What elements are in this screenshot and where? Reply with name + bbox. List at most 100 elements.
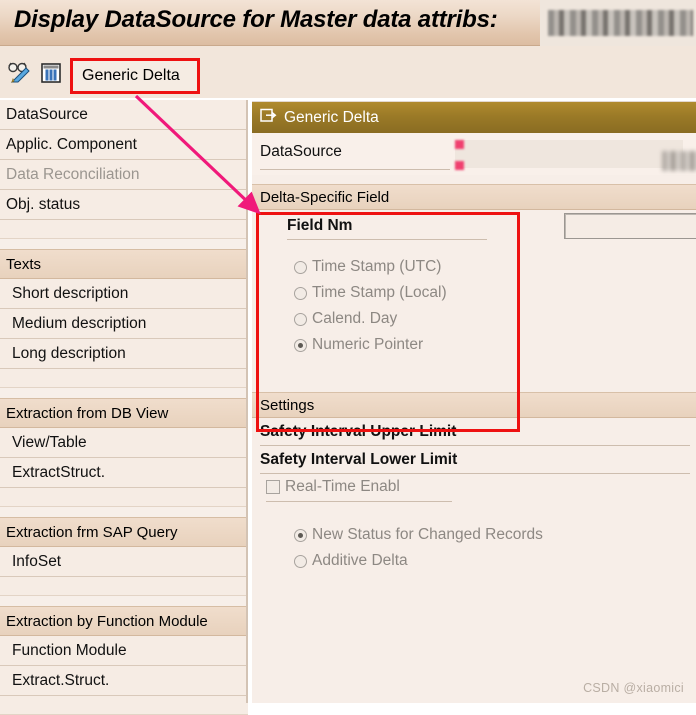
delta-specific-field-title-label: Delta-Specific Field <box>260 188 390 206</box>
sidebar-group: DataSource Applic. Component Data Reconcil… <box>0 100 248 239</box>
sidebar-row-label: Data Reconciliation <box>6 165 140 183</box>
sidebar-row-label: View/Table <box>12 433 87 451</box>
delta-specific-field-group: Delta-Specific Field Field Nm Time Stamp… <box>252 184 696 374</box>
sidebar-row-label: Medium description <box>12 314 147 332</box>
sidebar-group: Extraction by Function Module Function Mo… <box>0 606 248 715</box>
option-new-status-label: New Status for Changed Records <box>312 526 543 543</box>
safety-upper-underline <box>260 445 690 446</box>
sidebar-item-medium-description[interactable]: Medium description <box>0 309 248 339</box>
option-numeric-pointer[interactable]: Numeric Pointer <box>294 336 423 354</box>
sidebar-right-edge <box>246 100 248 703</box>
sidebar-section-extraction-by-function-module[interactable]: Extraction by Function Module <box>0 606 248 636</box>
radio-time-stamp-utc[interactable] <box>294 260 307 274</box>
tab-generic-delta[interactable]: Generic Delta <box>70 58 200 94</box>
option-time-stamp-local-label: Time Stamp (Local) <box>312 284 447 301</box>
checkbox-real-time-enabl[interactable]: Real-Time Enabl <box>266 478 400 496</box>
option-time-stamp-local[interactable]: Time Stamp (Local) <box>294 284 447 302</box>
settings-title-label: Settings <box>260 396 315 414</box>
sidebar-group-gap <box>0 596 248 606</box>
safety-lower-row: Safety Interval Lower Limit <box>252 448 696 476</box>
table-grid-icon[interactable] <box>38 60 64 86</box>
datasource-row: DataSource <box>252 133 696 175</box>
sidebar-row-label: ExtractStruct. <box>12 463 106 481</box>
field-nm-row: Field Nm <box>252 210 696 244</box>
sidebar-group-spacer <box>0 488 248 507</box>
option-new-status-changed-records[interactable]: New Status for Changed Records <box>294 526 543 544</box>
sidebar-item-applic-component[interactable]: Applic. Component <box>0 130 248 160</box>
sidebar-group-spacer <box>0 369 248 388</box>
option-numeric-pointer-label: Numeric Pointer <box>312 336 424 353</box>
safety-upper-row: Safety Interval Upper Limit <box>252 418 696 448</box>
sidebar-item-data-reconciliation: Data Reconciliation <box>0 160 248 190</box>
delta-mode-options: New Status for Changed Records Additive … <box>252 506 696 586</box>
safety-lower-label: Safety Interval Lower Limit <box>260 451 458 468</box>
sidebar-row-label: Applic. Component <box>6 135 137 153</box>
field-nm-label: Field Nm <box>287 217 353 234</box>
real-time-enabl-label: Real-Time Enabl <box>285 478 400 495</box>
delta-field-options: Time Stamp (UTC) Time Stamp (Local) Cale… <box>252 244 696 374</box>
datasource-underline <box>260 169 450 170</box>
sidebar-row-label: Texts <box>6 255 42 273</box>
display-change-icon[interactable] <box>6 60 32 86</box>
radio-additive-delta[interactable] <box>294 554 307 568</box>
sidebar-item-short-description[interactable]: Short description <box>0 279 248 309</box>
option-time-stamp-utc-label: Time Stamp (UTC) <box>312 258 442 275</box>
sidebar-group-spacer <box>0 696 248 715</box>
sidebar-item-view-table[interactable]: View/Table <box>0 428 248 458</box>
sidebar-item-infoset[interactable]: InfoSet <box>0 547 248 577</box>
page-title: Display DataSource for Master data attri… <box>14 6 498 33</box>
sidebar-row-label: Extraction by Function Module <box>6 612 208 630</box>
sidebar-item-extractstruct[interactable]: ExtractStruct. <box>0 458 248 488</box>
option-calend-day[interactable]: Calend. Day <box>294 310 397 328</box>
datasource-value[interactable] <box>455 140 696 171</box>
sidebar-group-spacer <box>0 577 248 596</box>
sidebar-item-datasource[interactable]: DataSource <box>0 100 248 130</box>
tab-generic-delta-label: Generic Delta <box>82 67 180 84</box>
sidebar-item-obj-status[interactable]: Obj. status <box>0 190 248 220</box>
sidebar-group: Extraction from DB View View/Table Extract… <box>0 398 248 507</box>
export-window-icon <box>260 108 277 128</box>
radio-new-status-changed-records[interactable] <box>294 528 307 542</box>
panel-header-title: Generic Delta <box>284 108 379 126</box>
radio-numeric-pointer[interactable] <box>294 338 307 352</box>
sidebar-row-label: Extraction frm SAP Query <box>6 523 178 541</box>
radio-calend-day[interactable] <box>294 312 307 326</box>
sidebar-group-list: DataSource Applic. Component Data Reconcil… <box>0 100 248 715</box>
real-time-enabl-box[interactable] <box>266 480 280 494</box>
safety-upper-label: Safety Interval Upper Limit <box>260 423 457 440</box>
sidebar-item-function-module[interactable]: Function Module <box>0 636 248 666</box>
watermark: CSDN @xiaomici <box>583 681 684 695</box>
real-time-enabl-underline <box>266 501 452 502</box>
option-additive-delta[interactable]: Additive Delta <box>294 552 408 570</box>
delta-specific-field-title: Delta-Specific Field <box>252 184 696 210</box>
field-nm-input[interactable] <box>564 213 696 239</box>
real-time-row: Real-Time Enabl <box>252 476 696 506</box>
safety-lower-underline <box>260 473 690 474</box>
datasource-label: DataSource <box>260 143 342 160</box>
sidebar-group-gap <box>0 388 248 398</box>
sidebar-section-extraction-frm-sap-query[interactable]: Extraction frm SAP Query <box>0 517 248 547</box>
sidebar-row-label: Short description <box>12 284 129 302</box>
sidebar-row-label: Extraction from DB View <box>6 404 169 422</box>
option-additive-delta-label: Additive Delta <box>312 552 408 569</box>
datasource-value-redacted <box>662 151 696 171</box>
sidebar-group-gap <box>0 507 248 517</box>
sidebar-row-label: Long description <box>12 344 126 362</box>
sidebar-item-extract-struct[interactable]: Extract.Struct. <box>0 666 248 696</box>
sidebar-group-gap <box>0 239 248 249</box>
redaction-marker-top <box>455 140 464 149</box>
sidebar-row-label: Obj. status <box>6 195 81 213</box>
sidebar-row-label: InfoSet <box>12 552 62 570</box>
sidebar-section-texts[interactable]: Texts <box>0 249 248 279</box>
radio-time-stamp-local[interactable] <box>294 286 307 300</box>
generic-delta-panel: Generic Delta DataSource Delta-Specific … <box>252 101 696 703</box>
sidebar-group: Extraction frm SAP Query InfoSet <box>0 517 248 596</box>
sidebar-row-label: Function Module <box>12 641 127 659</box>
option-time-stamp-utc[interactable]: Time Stamp (UTC) <box>294 258 441 276</box>
sidebar-group: Texts Short description Medium description… <box>0 249 248 388</box>
redaction-marker-bottom <box>455 161 464 170</box>
window-titlebar: Display DataSource for Master data attri… <box>0 0 696 46</box>
sidebar-item-long-description[interactable]: Long description <box>0 339 248 369</box>
sidebar-section-extraction-from-db-view[interactable]: Extraction from DB View <box>0 398 248 428</box>
field-nm-underline <box>287 239 487 240</box>
